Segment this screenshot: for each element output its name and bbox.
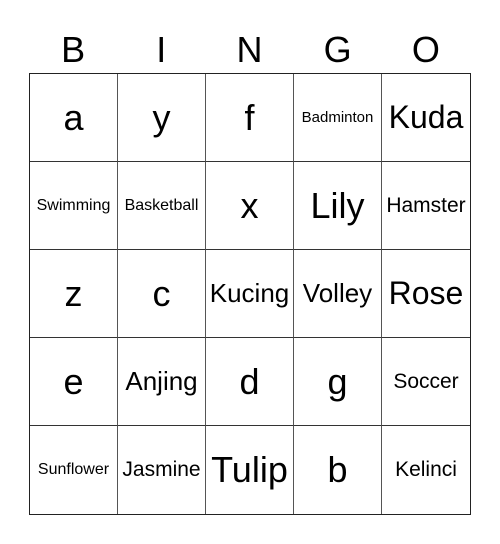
bingo-cell[interactable]: Tulip bbox=[206, 426, 294, 514]
bingo-cell[interactable]: d bbox=[206, 338, 294, 426]
bingo-cell[interactable]: e bbox=[30, 338, 118, 426]
bingo-cell[interactable]: Sunflower bbox=[30, 426, 118, 514]
bingo-cell[interactable]: f bbox=[206, 74, 294, 162]
bingo-cell[interactable]: Jasmine bbox=[118, 426, 206, 514]
bingo-cell[interactable]: Rose bbox=[382, 250, 470, 338]
bingo-cell[interactable]: Swimming bbox=[30, 162, 118, 250]
bingo-cell[interactable]: Kucing bbox=[206, 250, 294, 338]
bingo-cell[interactable]: Kuda bbox=[382, 74, 470, 162]
bingo-cell[interactable]: z bbox=[30, 250, 118, 338]
header-letter-b: B bbox=[61, 29, 86, 70]
bingo-cell[interactable]: Badminton bbox=[294, 74, 382, 162]
header-letter-g: G bbox=[323, 29, 352, 70]
bingo-cell[interactable]: y bbox=[118, 74, 206, 162]
bingo-cell[interactable]: g bbox=[294, 338, 382, 426]
bingo-cell[interactable]: Anjing bbox=[118, 338, 206, 426]
bingo-cell[interactable]: Kelinci bbox=[382, 426, 470, 514]
header-letter-o: O bbox=[411, 29, 440, 70]
header-letter-i: I bbox=[156, 29, 167, 70]
bingo-cell[interactable]: x bbox=[206, 162, 294, 250]
bingo-cell[interactable]: Volley bbox=[294, 250, 382, 338]
bingo-cell[interactable]: a bbox=[30, 74, 118, 162]
bingo-cell[interactable]: Soccer bbox=[382, 338, 470, 426]
bingo-board: a y f Badminton Kuda Swimming Basketball… bbox=[29, 73, 471, 515]
header-letter-n: N bbox=[236, 29, 263, 70]
bingo-cell[interactable]: Lily bbox=[294, 162, 382, 250]
bingo-cell[interactable]: Hamster bbox=[382, 162, 470, 250]
bingo-cell[interactable]: Basketball bbox=[118, 162, 206, 250]
bingo-cell[interactable]: b bbox=[294, 426, 382, 514]
bingo-header: B I N G O bbox=[29, 28, 470, 72]
bingo-cell[interactable]: c bbox=[118, 250, 206, 338]
